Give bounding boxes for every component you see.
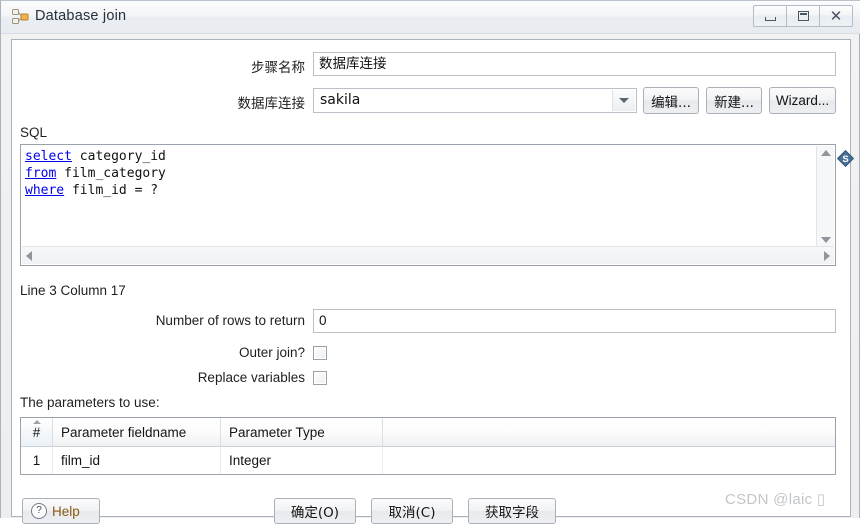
edit-connection-button[interactable]: 编辑...: [643, 87, 699, 114]
outer-join-checkbox[interactable]: [313, 346, 327, 360]
variable-dollar-icon[interactable]: S: [836, 149, 855, 168]
cell-extra[interactable]: [383, 447, 835, 474]
column-header-parameter-type-label: Parameter Type: [229, 424, 325, 440]
column-header-index[interactable]: #: [21, 418, 53, 446]
sql-rest-2: film_id = ?: [64, 183, 159, 198]
scroll-down-icon[interactable]: [820, 237, 831, 243]
caret-status: Line 3 Column 17: [20, 283, 126, 298]
connection-label: 数据库连接: [237, 96, 306, 112]
scroll-up-icon[interactable]: [820, 150, 831, 156]
new-connection-button[interactable]: 新建...: [706, 87, 762, 114]
window-title: Database join: [35, 8, 127, 24]
sql-vertical-scrollbar[interactable]: [816, 146, 834, 247]
rows-to-return-label: Number of rows to return: [155, 313, 305, 328]
table-row[interactable]: 1 film_id Integer: [21, 447, 835, 474]
column-header-parameter-type[interactable]: Parameter Type: [221, 418, 383, 446]
parameters-table[interactable]: # Parameter fieldname Parameter Type 1 f…: [20, 417, 836, 475]
step-name-input[interactable]: 数据库连接: [313, 52, 836, 76]
minimize-icon: [764, 16, 776, 21]
step-name-label: 步骤名称: [251, 60, 305, 76]
window-controls: ✕: [753, 5, 853, 28]
sql-rest-0: category_id: [71, 149, 166, 164]
wizard-button[interactable]: Wizard...: [769, 87, 836, 114]
column-header-extra[interactable]: [383, 418, 835, 446]
cell-parameter-fieldname[interactable]: film_id: [53, 447, 221, 474]
close-button[interactable]: ✕: [819, 5, 853, 27]
column-header-parameter-fieldname[interactable]: Parameter fieldname: [53, 418, 221, 446]
maximize-icon: [797, 11, 809, 21]
outer-join-label: Outer join?: [238, 345, 305, 360]
close-icon: ✕: [829, 6, 843, 25]
question-mark-icon: ?: [31, 503, 47, 519]
watermark: CSDN @laic ▯: [725, 491, 826, 508]
sql-rest-1: film_category: [56, 166, 166, 181]
sql-label: SQL: [20, 125, 48, 140]
sort-ascending-icon: [32, 420, 41, 424]
help-button[interactable]: ? Help: [22, 498, 100, 524]
replace-variables-label: Replace variables: [197, 370, 305, 385]
sql-editor[interactable]: select category_id from film_category wh…: [20, 144, 836, 266]
connection-combobox[interactable]: sakila: [313, 88, 637, 113]
cancel-button[interactable]: 取消(C): [371, 498, 453, 524]
sql-text: select category_id from film_category wh…: [25, 148, 815, 199]
cell-parameter-type[interactable]: Integer: [221, 447, 383, 474]
svg-text:S: S: [842, 154, 848, 165]
dialog-body: 步骤名称 数据库连接 数据库连接 sakila 编辑... 新建... Wiza…: [11, 39, 855, 524]
column-header-parameter-fieldname-label: Parameter fieldname: [61, 424, 187, 440]
sql-keyword-where: where: [25, 183, 65, 198]
sql-horizontal-scrollbar[interactable]: [22, 246, 834, 264]
column-header-index-label: #: [32, 424, 41, 440]
maximize-button[interactable]: [786, 5, 820, 27]
get-fields-button[interactable]: 获取字段: [468, 498, 556, 524]
rows-to-return-input[interactable]: 0: [313, 309, 836, 333]
sql-keyword-from: from: [25, 166, 57, 181]
minimize-button[interactable]: [753, 5, 787, 27]
ok-button[interactable]: 确定(O): [274, 498, 356, 524]
connection-value: sakila: [320, 92, 361, 108]
replace-variables-checkbox[interactable]: [313, 371, 327, 385]
cell-index: 1: [21, 447, 53, 474]
title-bar: Database join ✕: [1, 1, 860, 34]
scroll-right-icon[interactable]: [824, 250, 830, 261]
dialog-window: Database join ✕ 步骤名称 数据库连接 数据库连接 sakila …: [0, 0, 860, 524]
sql-keyword-select: select: [25, 149, 72, 164]
help-button-label: Help: [52, 503, 80, 519]
scroll-left-icon[interactable]: [26, 250, 32, 261]
table-header-row: # Parameter fieldname Parameter Type: [21, 418, 835, 447]
parameters-caption: The parameters to use:: [20, 395, 160, 410]
database-join-step-icon: [11, 8, 29, 26]
chevron-down-icon[interactable]: [612, 90, 635, 111]
